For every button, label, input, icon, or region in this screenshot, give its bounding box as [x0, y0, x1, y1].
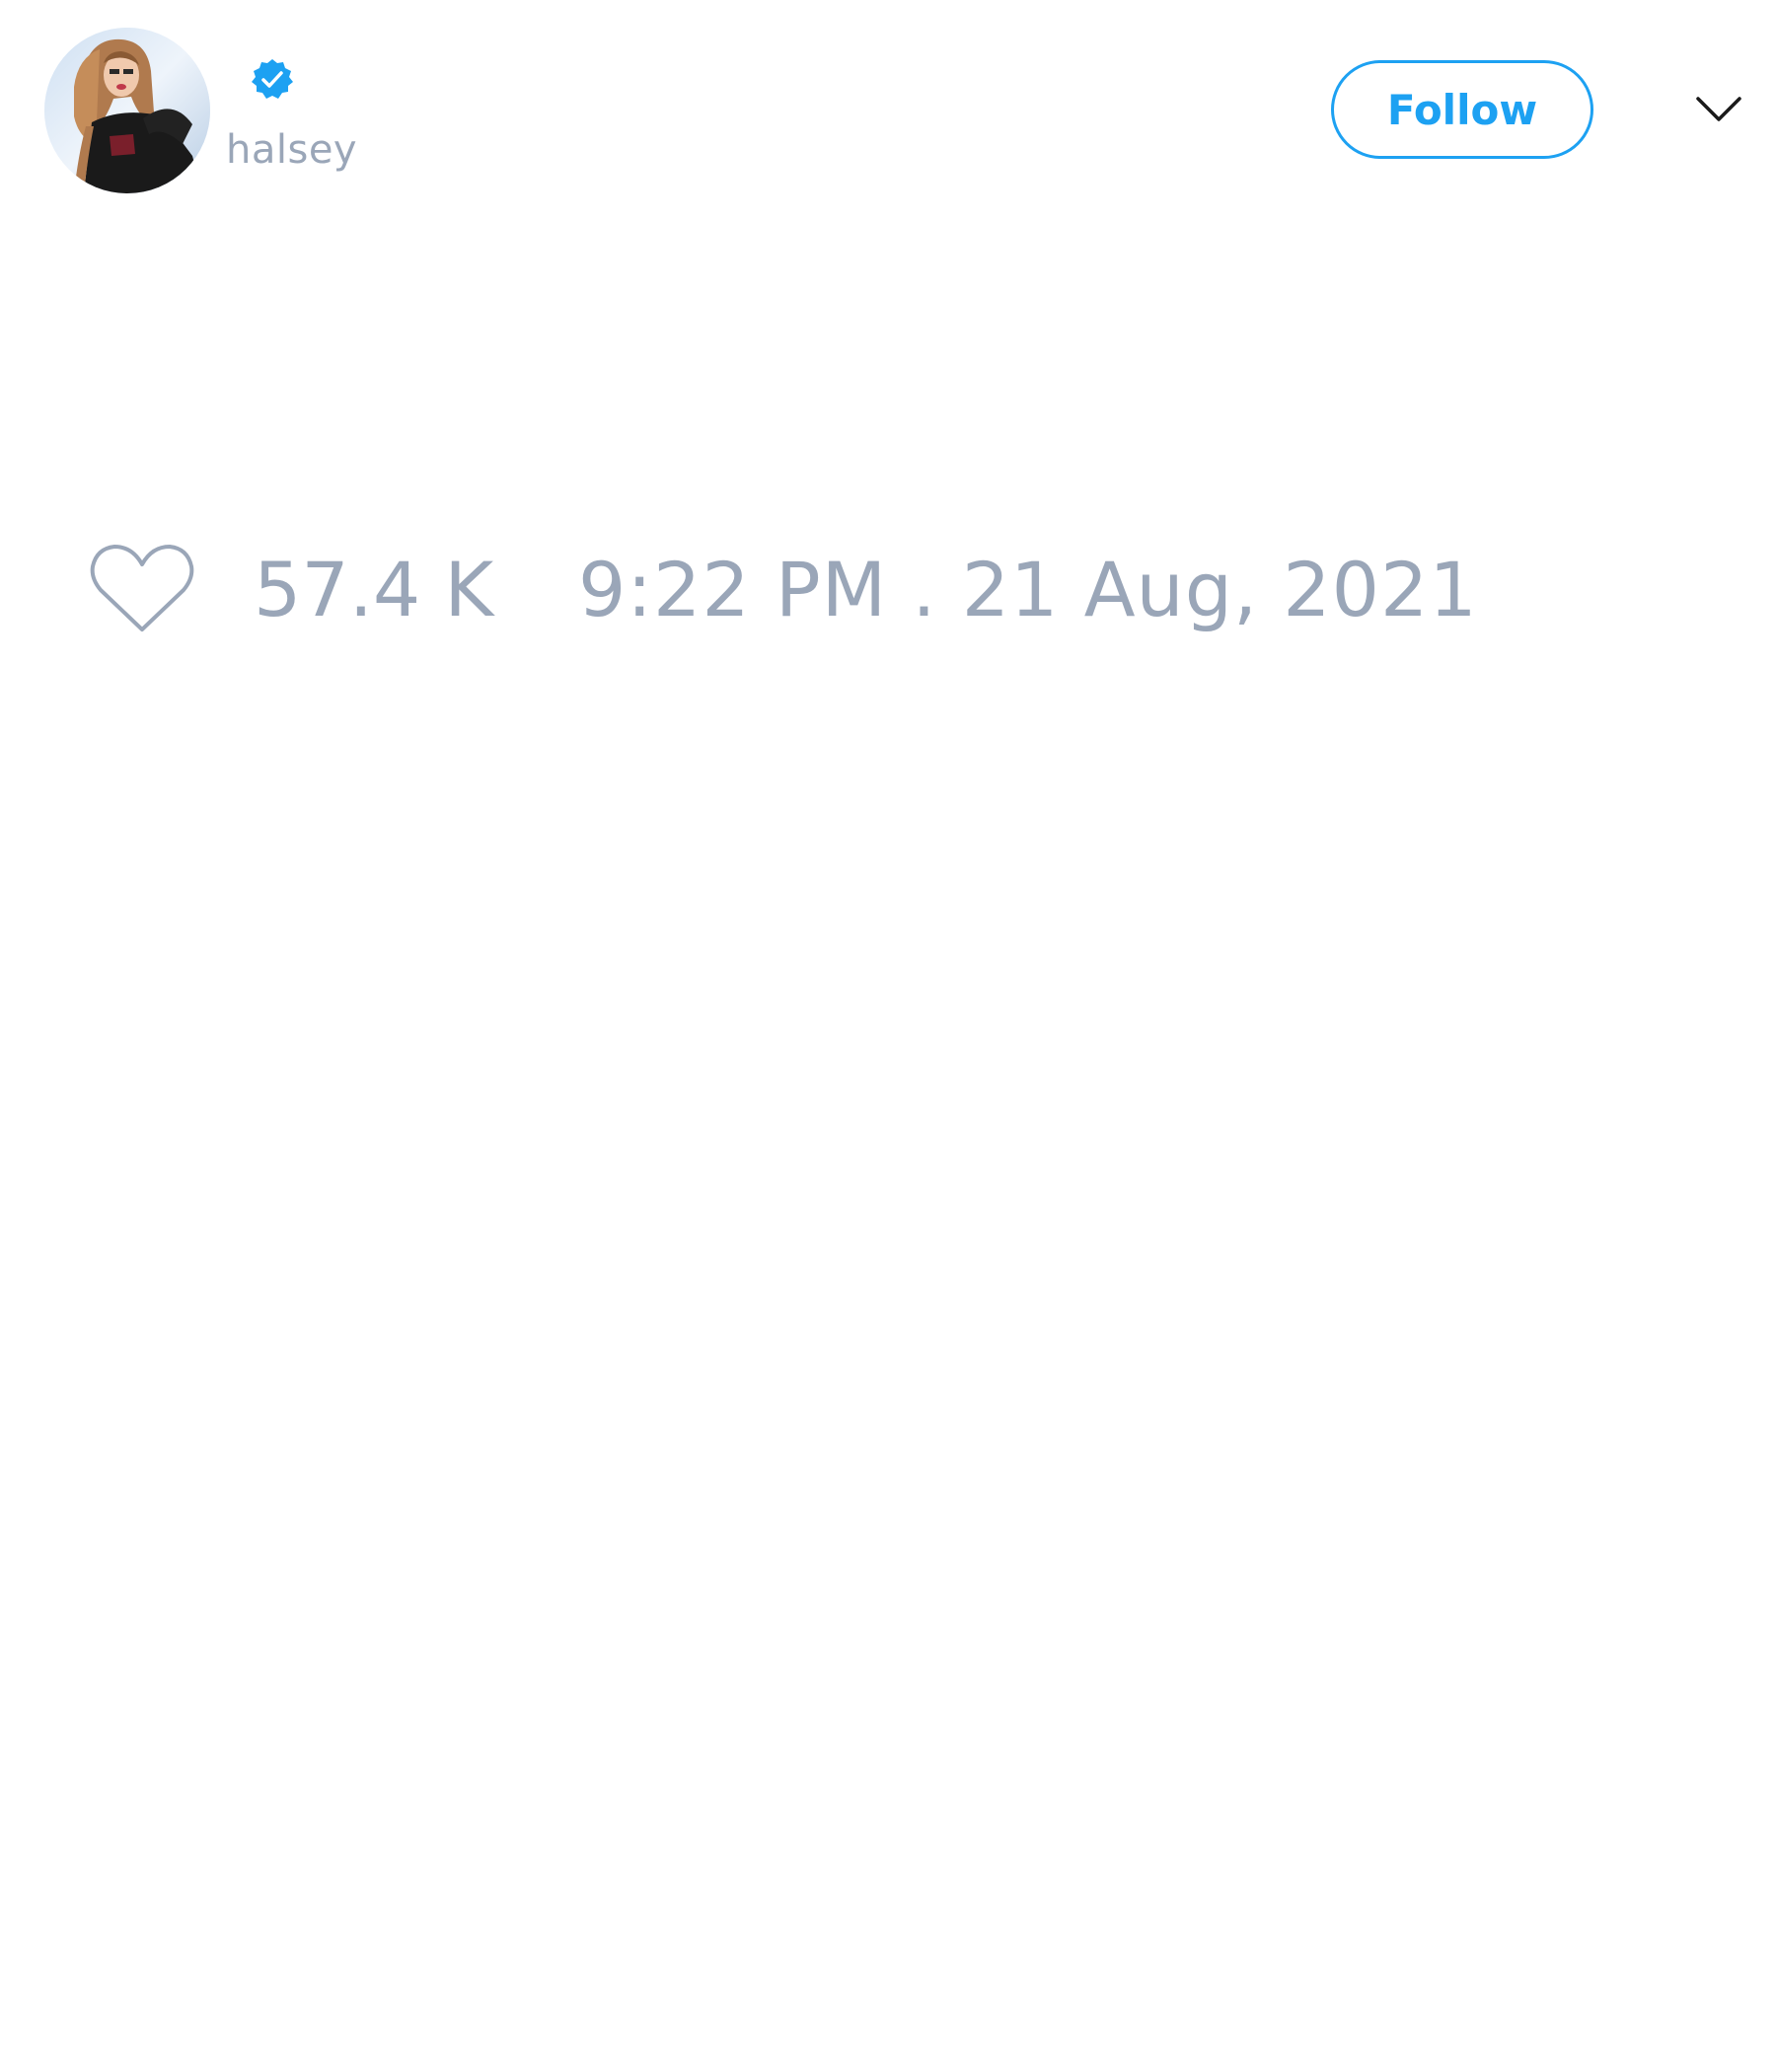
- avatar-image: [44, 28, 210, 193]
- tweet-timestamp[interactable]: 9:22 PM . 21 Aug, 2021: [578, 541, 1478, 639]
- like-count: 57.4 K: [254, 546, 494, 633]
- heart-outline-icon[interactable]: [89, 541, 195, 637]
- avatar[interactable]: [44, 28, 210, 193]
- follow-button[interactable]: Follow: [1331, 60, 1593, 159]
- tweet-meta-row: 57.4 K 9:22 PM . 21 Aug, 2021: [0, 541, 1776, 639]
- tweet-card: halsey Follow 57.4 K 9:22 PM . 21 Aug, 2…: [0, 0, 1776, 2072]
- author-handle[interactable]: halsey: [226, 126, 357, 174]
- chevron-down-icon[interactable]: [1695, 91, 1742, 128]
- verified-badge-icon: [250, 57, 295, 103]
